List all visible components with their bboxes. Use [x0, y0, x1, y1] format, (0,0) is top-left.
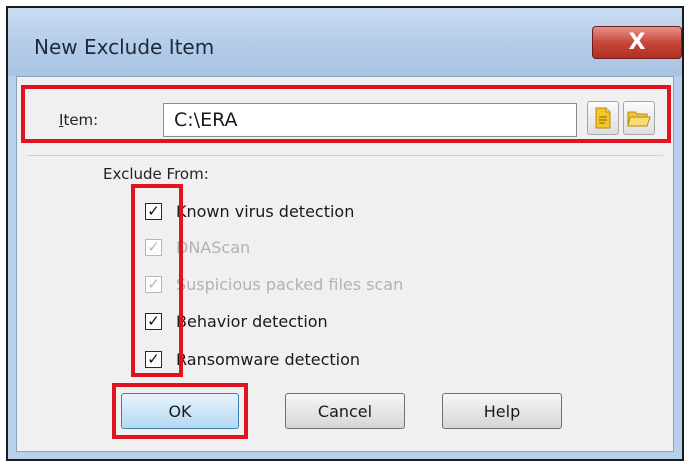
- divider: [27, 155, 663, 156]
- option-label: Known virus detection: [176, 201, 355, 221]
- option-label: Suspicious packed files scan: [176, 274, 404, 294]
- title-bar[interactable]: New Exclude Item X: [8, 8, 682, 76]
- option-suspicious-packed-files-scan: ✓ Suspicious packed files scan: [145, 272, 403, 296]
- window-title: New Exclude Item: [34, 35, 215, 59]
- option-label: Behavior detection: [176, 311, 328, 331]
- item-row-highlight: [21, 85, 671, 143]
- option-label: Ransomware detection: [176, 349, 361, 369]
- cancel-button[interactable]: Cancel: [285, 393, 405, 429]
- new-exclude-item-dialog: New Exclude Item X Item: Excl: [6, 6, 684, 461]
- dialog-body: Item: Exclude From: ✓ Known virus detect…: [16, 76, 674, 452]
- help-button[interactable]: Help: [442, 393, 562, 429]
- close-icon: X: [628, 30, 646, 55]
- option-label: DNAScan: [176, 237, 251, 257]
- close-button[interactable]: X: [592, 26, 682, 59]
- checkbox-column-highlight: [131, 184, 183, 377]
- ok-button-highlight: [112, 383, 248, 439]
- exclude-from-label: Exclude From:: [103, 165, 209, 183]
